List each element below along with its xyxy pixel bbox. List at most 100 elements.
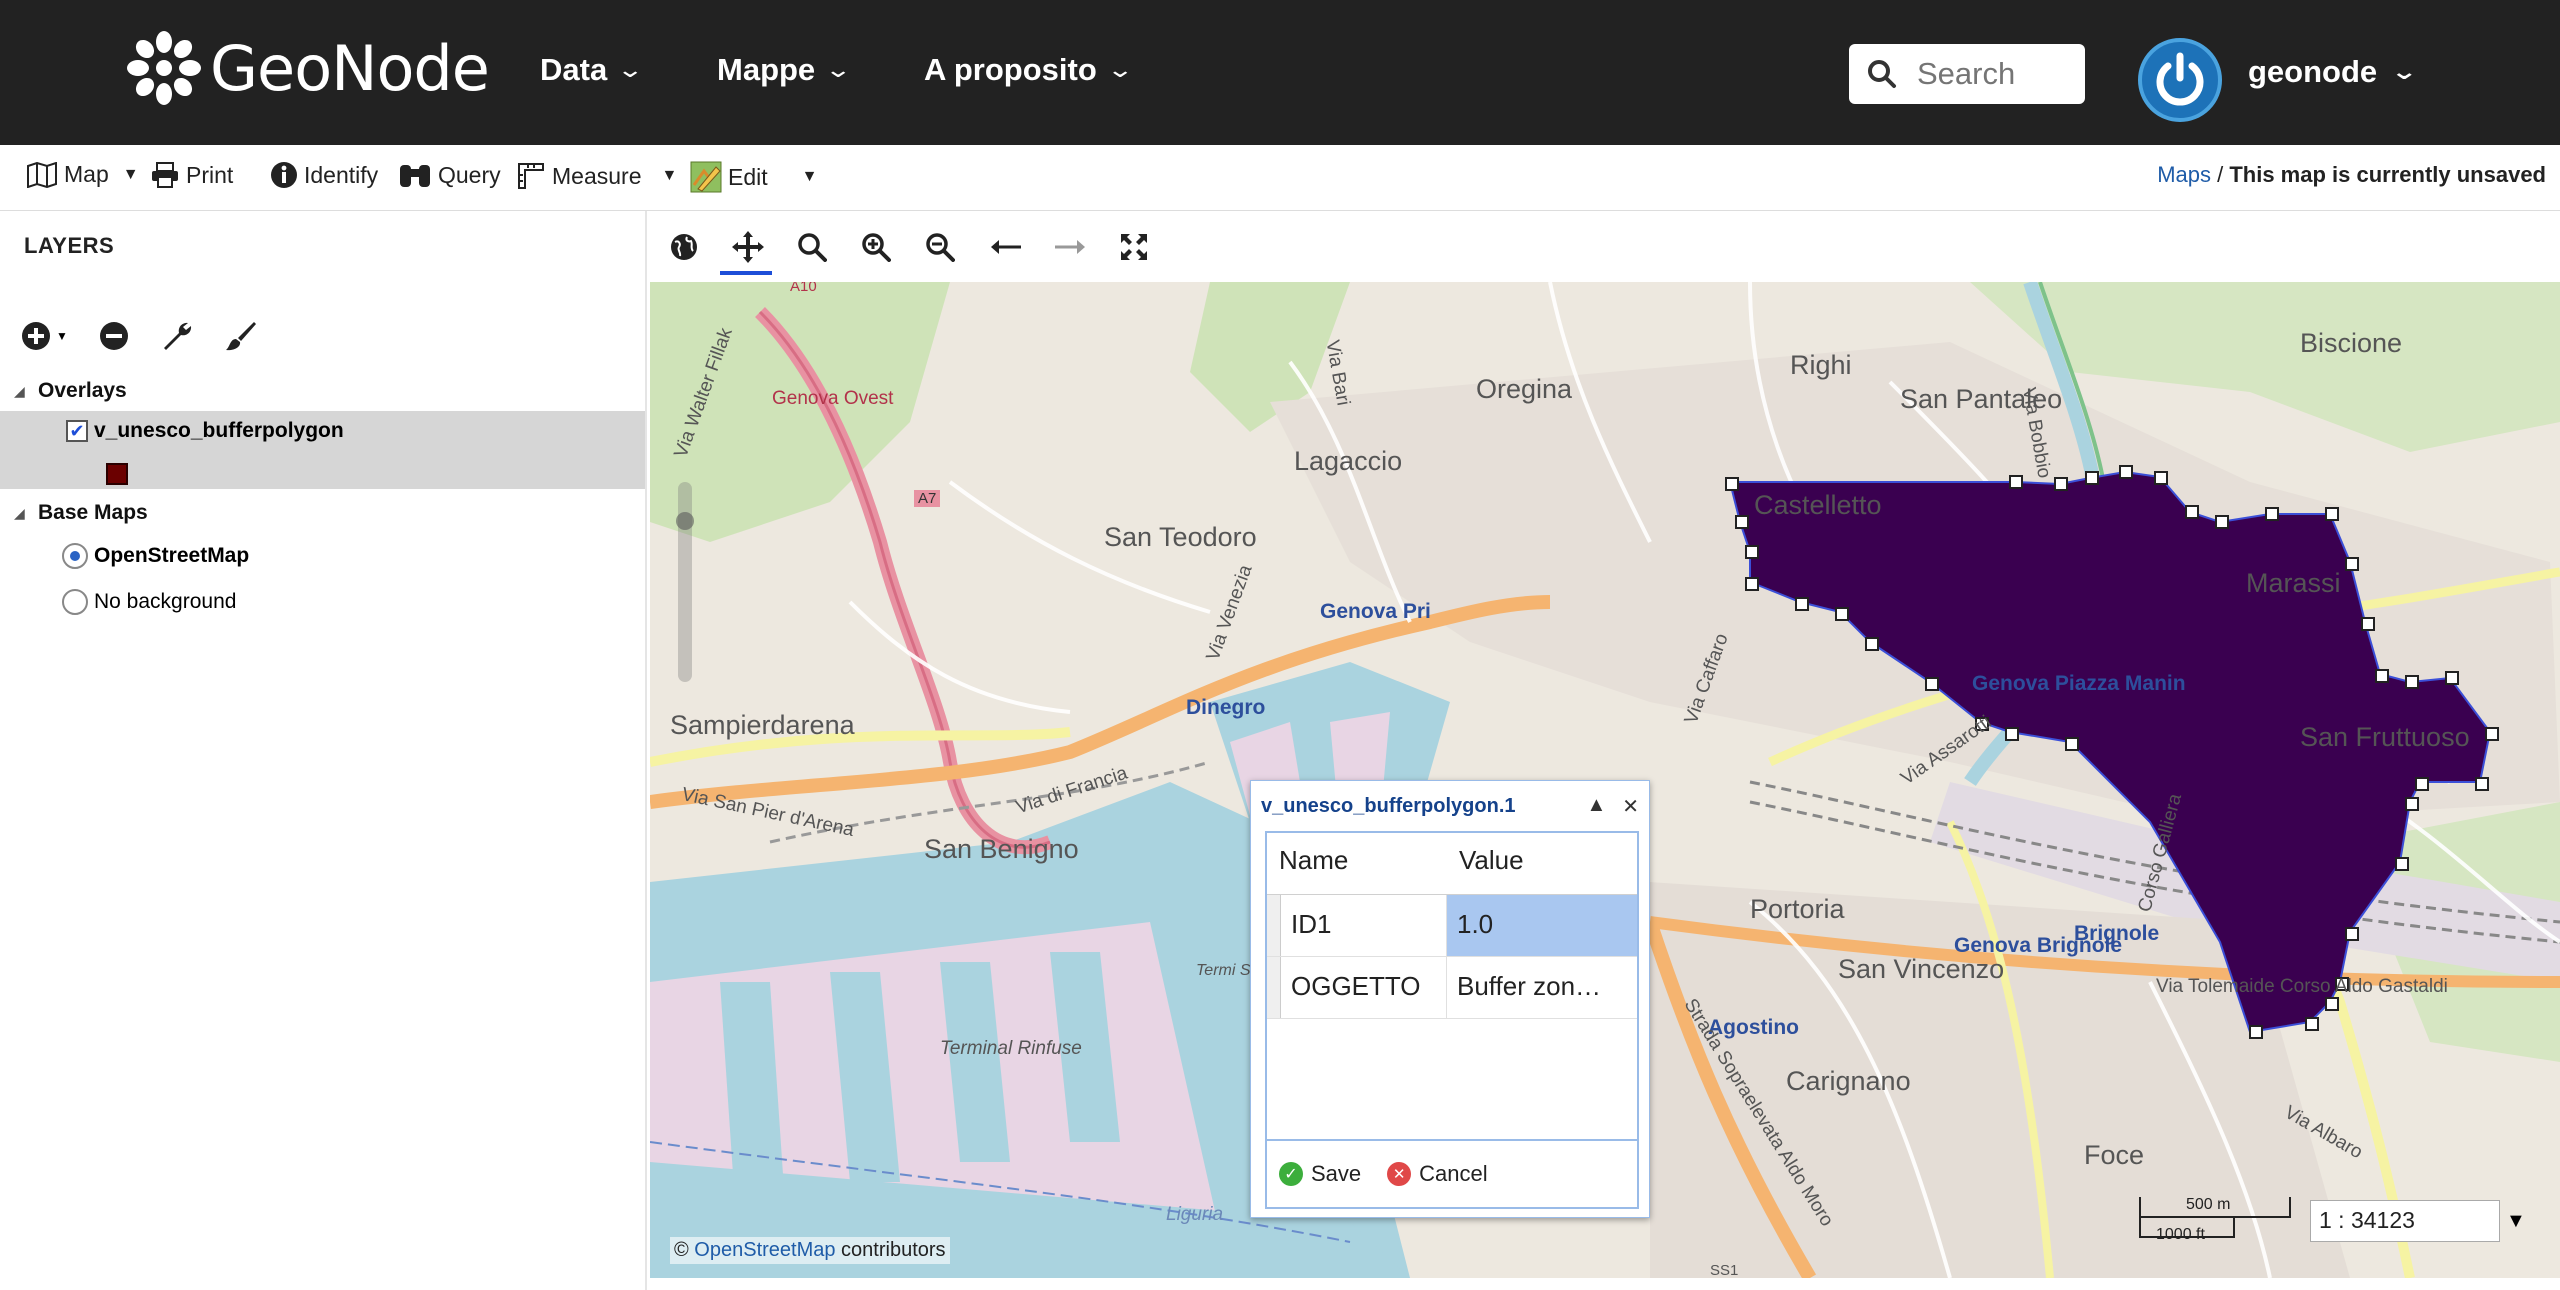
expand-triangle-icon[interactable]: ◢	[14, 383, 25, 400]
grid-column-value[interactable]: Value	[1447, 833, 1536, 894]
basemap-option-no-background[interactable]: No background	[0, 579, 645, 625]
zoom-out-button[interactable]	[920, 229, 960, 265]
map-place-label: San Benigno	[924, 834, 1079, 864]
overlays-label: Overlays	[38, 379, 127, 402]
top-navbar: GeoNode Data ⌄ Mappe ⌄ A proposito ⌄ geo…	[0, 0, 2560, 145]
nav-mappe-menu[interactable]: Mappe ⌄	[717, 52, 852, 88]
map-place-label: San Vincenzo	[1838, 954, 2005, 984]
layers-panel: LAYERS ▼ ◢ Overlays ✔ v_unesco_bufferpol…	[0, 211, 647, 1290]
map-canvas[interactable]: Oregina Righi San Pantaleo Biscione Laga…	[650, 282, 2560, 1278]
query-button[interactable]: Query	[398, 161, 501, 189]
measure-label: Measure	[552, 162, 642, 189]
nav-about-label: A proposito	[924, 52, 1097, 87]
zoom-to-max-extent-button[interactable]	[664, 229, 704, 265]
layer-name: v_unesco_bufferpolygon	[94, 419, 344, 442]
map-place-label: Lagaccio	[1294, 446, 1403, 476]
save-button[interactable]: ✓ Save	[1279, 1161, 1361, 1187]
basemap-radio[interactable]	[62, 543, 88, 569]
map-street-label: SS1	[1710, 1262, 1739, 1278]
grid-header: Name Value	[1267, 833, 1637, 895]
map-place-label: Terminal Rinfuse	[940, 1038, 1082, 1059]
table-row[interactable]: ID1 1.0	[1267, 895, 1637, 957]
search-box[interactable]	[1849, 44, 2085, 104]
history-back-button[interactable]	[986, 229, 1026, 265]
map-icon	[27, 161, 57, 188]
measure-button[interactable]: Measure ▼	[516, 161, 677, 191]
map-street-label: A10	[790, 282, 817, 295]
chevron-down-icon: ⌄	[1106, 57, 1134, 82]
map-place-label: Castelletto	[1754, 490, 1882, 520]
paintbrush-icon[interactable]	[224, 319, 258, 353]
history-forward-button[interactable]	[1050, 229, 1090, 265]
row-handle[interactable]	[1267, 895, 1281, 956]
chevron-down-icon: ⌄	[824, 57, 853, 82]
cancel-button[interactable]: ✕ Cancel	[1387, 1161, 1488, 1187]
overlays-group[interactable]: ◢ Overlays	[0, 371, 645, 411]
close-icon[interactable]: ✕	[1622, 794, 1639, 819]
add-layer-button[interactable]: ▼	[20, 320, 68, 352]
fullscreen-icon	[1121, 234, 1147, 260]
collapse-icon[interactable]: ▲	[1586, 794, 1606, 819]
expand-triangle-icon[interactable]: ◢	[14, 505, 25, 522]
map-place-label: Oregina	[1476, 374, 1573, 404]
caret-down-icon: ▼	[122, 165, 139, 183]
plus-circle-icon	[22, 322, 50, 350]
avatar[interactable]	[2138, 38, 2222, 122]
nav-about-menu[interactable]: A proposito ⌄	[924, 52, 1134, 88]
map-place-label: Biscione	[2300, 328, 2403, 358]
grid-column-name[interactable]: Name	[1267, 833, 1447, 894]
brand-name: GeoNode	[210, 31, 490, 105]
breadcrumb-separator: /	[2210, 162, 2230, 187]
popup-header: v_unesco_bufferpolygon.1 ▲ ✕	[1251, 781, 1649, 831]
map-street-label: Via Tolemaide Corso Aldo Gastaldi	[2156, 976, 2448, 997]
edit-map-icon	[690, 161, 722, 193]
minus-circle-icon[interactable]	[98, 320, 130, 352]
cancel-label: Cancel	[1419, 1161, 1488, 1186]
map-place-label: Portoria	[1750, 894, 1845, 924]
edit-button[interactable]: Edit ▼	[690, 161, 817, 193]
map-place-label: Carignano	[1786, 1066, 1911, 1096]
pan-button[interactable]	[728, 229, 768, 265]
basemap-option-openstreetmap[interactable]: OpenStreetMap	[0, 533, 645, 579]
close-icon: ✕	[1387, 1162, 1412, 1186]
row-handle[interactable]	[1267, 957, 1281, 1018]
layer-item-v-unesco-bufferpolygon[interactable]: ✔ v_unesco_bufferpolygon	[0, 411, 645, 489]
scale-line-bottom-label: 1000 ft	[2156, 1226, 2205, 1243]
layer-visibility-checkbox[interactable]: ✔	[66, 420, 88, 442]
scale-ratio-select[interactable]: 1 : 34123	[2310, 1200, 2500, 1242]
map-attribution: © OpenStreetMap contributors	[670, 1237, 950, 1264]
zoom-in-button[interactable]	[856, 229, 896, 265]
popup-footer: ✓ Save ✕ Cancel	[1265, 1141, 1639, 1209]
user-menu[interactable]: geonode ⌄	[2248, 54, 2418, 90]
layer-legend-swatch	[106, 463, 128, 485]
fullscreen-button[interactable]	[1114, 229, 1154, 265]
identify-label: Identify	[304, 161, 379, 188]
zoom-in-icon	[862, 233, 891, 262]
info-icon	[271, 162, 297, 188]
attribute-name: OGGETTO	[1281, 957, 1447, 1018]
wrench-icon[interactable]	[160, 319, 194, 353]
map-nav-toolbar	[648, 211, 2560, 281]
attribution-prefix: ©	[674, 1239, 695, 1261]
attribute-value[interactable]: Buffer zon…	[1447, 957, 1637, 1018]
geonode-logo[interactable]: GeoNode	[126, 30, 490, 106]
nav-data-menu[interactable]: Data ⌄	[540, 52, 644, 88]
basemap-label: OpenStreetMap	[94, 544, 250, 567]
breadcrumb-maps-link[interactable]: Maps	[2157, 162, 2211, 187]
basemap-radio[interactable]	[62, 589, 88, 615]
base-maps-group[interactable]: ◢ Base Maps	[0, 493, 645, 533]
table-row[interactable]: OGGETTO Buffer zon…	[1267, 957, 1637, 1019]
identify-button[interactable]: Identify	[270, 161, 378, 189]
print-button[interactable]: Print	[150, 161, 233, 189]
base-maps-label: Base Maps	[38, 501, 148, 524]
geonode-flower-icon	[127, 31, 201, 105]
basemap-label: No background	[94, 590, 237, 613]
zoom-box-button[interactable]	[792, 229, 832, 265]
map-menu-button[interactable]: Map ▼	[26, 161, 139, 188]
attribute-value[interactable]: 1.0	[1447, 895, 1637, 956]
caret-down-icon[interactable]: ▼	[2506, 1210, 2526, 1233]
layers-title: LAYERS	[24, 233, 115, 258]
search-input[interactable]	[1915, 55, 2075, 93]
user-name: geonode	[2248, 54, 2378, 89]
attribution-osm-link[interactable]: OpenStreetMap	[694, 1239, 835, 1261]
